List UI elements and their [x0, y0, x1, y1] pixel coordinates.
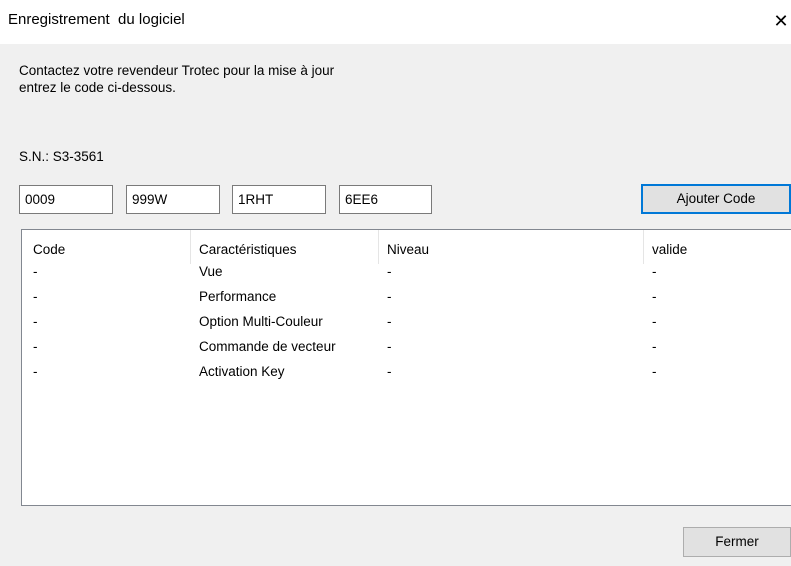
cell-feature: Activation Key: [199, 364, 285, 379]
cell-valid: -: [652, 364, 657, 379]
code-field-1[interactable]: [19, 185, 113, 214]
close-button[interactable]: Fermer: [683, 527, 791, 557]
instructions-line-1: Contactez votre revendeur Trotec pour la…: [19, 63, 335, 78]
cell-feature: Vue: [199, 264, 223, 279]
table-row[interactable]: - Option Multi-Couleur - -: [22, 314, 791, 339]
code-field-2[interactable]: [126, 185, 220, 214]
table-row[interactable]: - Commande de vecteur - -: [22, 339, 791, 364]
close-icon[interactable]: ✕: [771, 6, 791, 36]
cell-feature: Commande de vecteur: [199, 339, 336, 354]
cell-valid: -: [652, 339, 657, 354]
code-field-4[interactable]: [339, 185, 432, 214]
column-header-code[interactable]: Code: [33, 242, 65, 257]
cell-level: -: [387, 289, 392, 304]
cell-valid: -: [652, 289, 657, 304]
column-divider[interactable]: [378, 230, 379, 264]
cell-level: -: [387, 264, 392, 279]
cell-code: -: [33, 364, 38, 379]
title-bar: Enregistrement du logiciel ✕: [0, 0, 791, 44]
cell-level: -: [387, 364, 392, 379]
column-divider[interactable]: [643, 230, 644, 264]
cell-feature: Performance: [199, 289, 277, 304]
cell-code: -: [33, 289, 38, 304]
window-title: Enregistrement du logiciel: [8, 11, 185, 28]
table-row[interactable]: - Activation Key - -: [22, 364, 791, 389]
column-header-level[interactable]: Niveau: [387, 242, 429, 257]
cell-code: -: [33, 339, 38, 354]
cell-level: -: [387, 339, 392, 354]
code-field-3[interactable]: [232, 185, 326, 214]
column-header-valid[interactable]: valide: [652, 242, 687, 257]
column-header-features[interactable]: Caractéristiques: [199, 242, 297, 257]
instructions-text: Contactez votre revendeur Trotec pour la…: [19, 62, 334, 96]
cell-code: -: [33, 314, 38, 329]
list-header: Code Caractéristiques Niveau valide: [22, 230, 791, 264]
add-code-button[interactable]: Ajouter Code: [641, 184, 791, 214]
table-row[interactable]: - Vue - -: [22, 264, 791, 289]
cell-valid: -: [652, 314, 657, 329]
cell-code: -: [33, 264, 38, 279]
cell-feature: Option Multi-Couleur: [199, 314, 323, 329]
cell-valid: -: [652, 264, 657, 279]
cell-level: -: [387, 314, 392, 329]
serial-number-label: S.N.: S3-3561: [19, 149, 104, 164]
table-row[interactable]: - Performance - -: [22, 289, 791, 314]
instructions-line-2: entrez le code ci-dessous.: [19, 80, 176, 95]
column-divider[interactable]: [190, 230, 191, 264]
features-list[interactable]: Code Caractéristiques Niveau valide - Vu…: [21, 229, 791, 506]
